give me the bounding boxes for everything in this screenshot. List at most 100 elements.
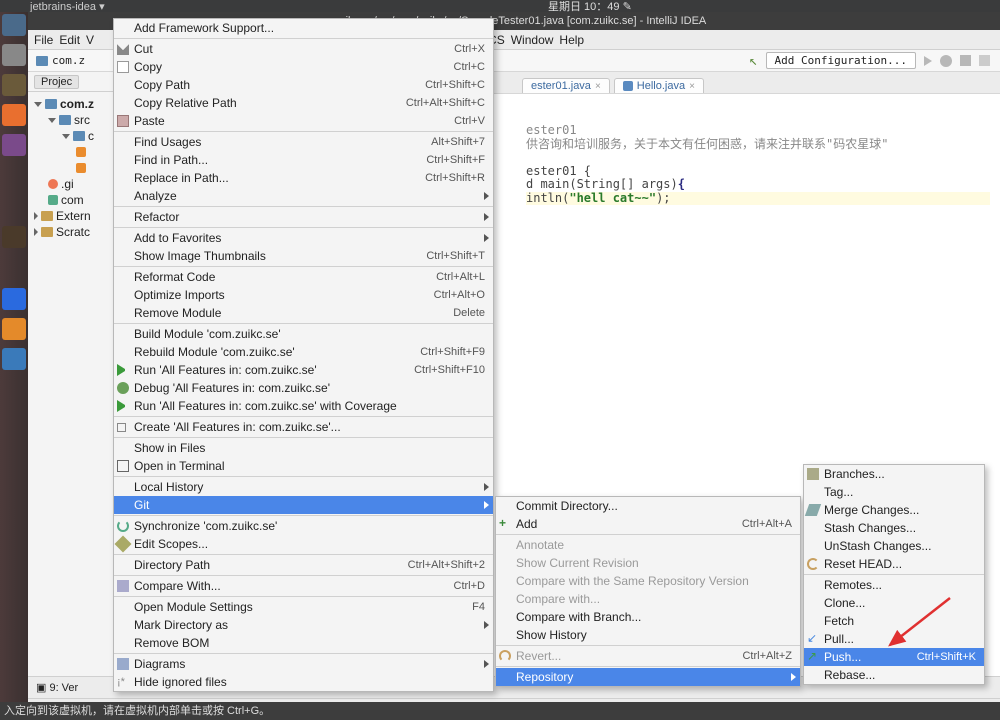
mi-cut[interactable]: CutCtrl+X (114, 40, 493, 58)
launcher-app-icon[interactable] (2, 226, 26, 248)
mi-cmp-same: Compare with the Same Repository Version (496, 572, 800, 590)
mi-pull[interactable]: ↙Pull... (804, 630, 984, 648)
mi-add-framework[interactable]: Add Framework Support... (114, 19, 493, 37)
menu-view[interactable]: V (86, 33, 94, 47)
chevron-right-icon (484, 192, 489, 200)
os-app-title: jetbrains-idea ▾ (0, 0, 105, 13)
mi-cmp-branch[interactable]: Compare with Branch... (496, 608, 800, 626)
mi-debug-all[interactable]: Debug 'All Features in: com.zuikc.se' (114, 379, 493, 397)
chevron-right-icon (484, 660, 489, 668)
launcher-app-icon[interactable] (2, 288, 26, 310)
launcher-app-icon[interactable] (2, 318, 26, 340)
mi-replace-in-path[interactable]: Replace in Path...Ctrl+Shift+R (114, 169, 493, 187)
menu-file[interactable]: File (34, 33, 53, 47)
editor-tab[interactable]: ester01.java× (522, 78, 610, 93)
mi-show-rev: Show Current Revision (496, 554, 800, 572)
mi-fetch[interactable]: Fetch (804, 612, 984, 630)
menu-window[interactable]: Window (511, 33, 554, 47)
editor-tab[interactable]: Hello.java× (614, 78, 704, 93)
mi-show-history[interactable]: Show History (496, 626, 800, 644)
mi-directory-path[interactable]: Directory PathCtrl+Alt+Shift+2 (114, 556, 493, 574)
tool-icon[interactable] (979, 55, 990, 66)
chevron-right-icon (484, 234, 489, 242)
hammer-icon[interactable]: ↖ (749, 53, 757, 69)
mi-hide-ignored[interactable]: ¡*Hide ignored files (114, 673, 493, 691)
launcher-app-icon[interactable] (2, 44, 26, 66)
debug-icon[interactable] (940, 55, 952, 67)
mi-git[interactable]: Git (114, 496, 493, 514)
config-icon (117, 423, 126, 432)
mi-paste[interactable]: PasteCtrl+V (114, 112, 493, 130)
context-menu-git: Commit Directory... +AddCtrl+Alt+A Annot… (495, 496, 801, 687)
mi-revert: Revert...Ctrl+Alt+Z (496, 647, 800, 665)
mi-copy[interactable]: CopyCtrl+C (114, 58, 493, 76)
mi-tag[interactable]: Tag... (804, 483, 984, 501)
mi-copy-path[interactable]: Copy PathCtrl+Shift+C (114, 76, 493, 94)
revert-icon (499, 650, 511, 662)
context-menu-repository: Branches... Tag... Merge Changes... Stas… (803, 464, 985, 685)
mi-stash[interactable]: Stash Changes... (804, 519, 984, 537)
mi-remove-bom[interactable]: Remove BOM (114, 634, 493, 652)
chevron-right-icon (484, 621, 489, 629)
mi-unstash[interactable]: UnStash Changes... (804, 537, 984, 555)
mi-show-in-files[interactable]: Show in Files (114, 439, 493, 457)
run-config-selector[interactable]: Add Configuration... (766, 52, 916, 69)
mi-edit-scopes[interactable]: Edit Scopes... (114, 535, 493, 553)
java-icon (623, 81, 633, 91)
reset-icon (807, 558, 819, 570)
mi-rebuild-module[interactable]: Rebuild Module 'com.zuikc.se'Ctrl+Shift+… (114, 343, 493, 361)
mi-copy-rel[interactable]: Copy Relative PathCtrl+Alt+Shift+C (114, 94, 493, 112)
mi-commit-dir[interactable]: Commit Directory... (496, 497, 800, 515)
menu-help[interactable]: Help (559, 33, 584, 47)
mi-mark-directory[interactable]: Mark Directory as (114, 616, 493, 634)
mi-show-thumbnails[interactable]: Show Image ThumbnailsCtrl+Shift+T (114, 247, 493, 265)
mi-analyze[interactable]: Analyze (114, 187, 493, 205)
stop-icon[interactable] (960, 55, 971, 66)
launcher-app-icon[interactable] (2, 14, 26, 36)
mi-open-terminal[interactable]: Open in Terminal (114, 457, 493, 475)
pull-icon: ↙ (807, 633, 819, 645)
mi-merge[interactable]: Merge Changes... (804, 501, 984, 519)
mi-git-add[interactable]: +AddCtrl+Alt+A (496, 515, 800, 533)
chevron-right-icon (484, 213, 489, 221)
mi-run-coverage[interactable]: Run 'All Features in: com.zuikc.se' with… (114, 397, 493, 415)
mi-local-history[interactable]: Local History (114, 478, 493, 496)
tool-window-button[interactable]: ▣ 9: Ver (28, 681, 78, 694)
close-icon[interactable]: × (595, 81, 601, 92)
mi-push[interactable]: ↗Push...Ctrl+Shift+K (804, 648, 984, 666)
diff-icon (117, 580, 129, 592)
mi-reset-head[interactable]: Reset HEAD... (804, 555, 984, 573)
mi-cmp-with: Compare with... (496, 590, 800, 608)
mi-diagrams[interactable]: Diagrams (114, 655, 493, 673)
mi-branches[interactable]: Branches... (804, 465, 984, 483)
mi-remotes[interactable]: Remotes... (804, 576, 984, 594)
launcher-app-icon[interactable] (2, 348, 26, 370)
mi-find-in-path[interactable]: Find in Path...Ctrl+Shift+F (114, 151, 493, 169)
mi-open-module-settings[interactable]: Open Module SettingsF4 (114, 598, 493, 616)
debug-icon (117, 382, 129, 394)
mi-clone[interactable]: Clone... (804, 594, 984, 612)
run-icon[interactable] (924, 56, 932, 66)
menu-edit[interactable]: Edit (59, 33, 80, 47)
mi-remove-module[interactable]: Remove ModuleDelete (114, 304, 493, 322)
mi-refactor[interactable]: Refactor (114, 208, 493, 226)
mi-synchronize[interactable]: Synchronize 'com.zuikc.se' (114, 517, 493, 535)
mi-run-all[interactable]: Run 'All Features in: com.zuikc.se'Ctrl+… (114, 361, 493, 379)
launcher-app-icon[interactable] (2, 104, 26, 126)
mi-add-favorites[interactable]: Add to Favorites (114, 229, 493, 247)
mi-compare-with[interactable]: Compare With...Ctrl+D (114, 577, 493, 595)
mi-rebase[interactable]: Rebase... (804, 666, 984, 684)
uml-icon (117, 658, 129, 670)
close-icon[interactable]: × (689, 81, 695, 92)
launcher-app-icon[interactable] (2, 74, 26, 96)
mi-build-module[interactable]: Build Module 'com.zuikc.se' (114, 325, 493, 343)
breadcrumb-item[interactable]: com.z (52, 54, 85, 67)
chevron-right-icon (484, 483, 489, 491)
chevron-right-icon (484, 501, 489, 509)
mi-find-usages[interactable]: Find UsagesAlt+Shift+7 (114, 133, 493, 151)
mi-reformat[interactable]: Reformat CodeCtrl+Alt+L (114, 268, 493, 286)
mi-optimize-imports[interactable]: Optimize ImportsCtrl+Alt+O (114, 286, 493, 304)
launcher-app-icon[interactable] (2, 134, 26, 156)
mi-create-config[interactable]: Create 'All Features in: com.zuikc.se'..… (114, 418, 493, 436)
mi-repository[interactable]: Repository (496, 668, 800, 686)
